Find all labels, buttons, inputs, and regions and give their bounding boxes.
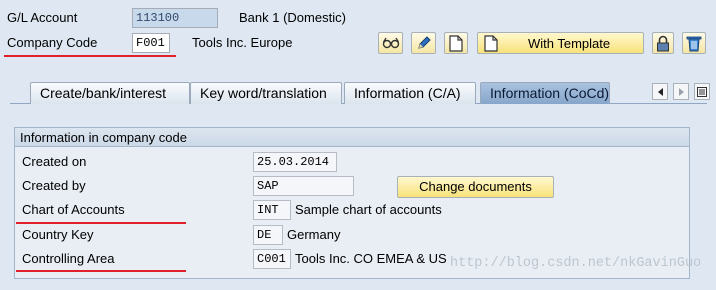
gl-account-label: G/L Account xyxy=(7,10,78,25)
tab-key-word-translation[interactable]: Key word/translation xyxy=(190,82,342,104)
company-code-name: Tools Inc. Europe xyxy=(192,35,293,50)
display-button[interactable] xyxy=(378,32,403,54)
company-code-input[interactable]: F001 xyxy=(132,33,170,53)
tab-scroll-right-button[interactable] xyxy=(673,83,689,100)
country-key-field: DE xyxy=(253,225,283,245)
template-document-icon xyxy=(484,35,498,52)
annotation-underline-controlling-area xyxy=(16,270,186,272)
created-on-label: Created on xyxy=(22,154,87,169)
chart-of-accounts-field: INT xyxy=(253,200,291,220)
watermark-text: http://blog.csdn.net/nkGavinGuo xyxy=(450,256,702,271)
tab-list-icon xyxy=(697,86,707,97)
country-key-label: Country Key xyxy=(22,227,94,242)
lock-button[interactable] xyxy=(652,32,674,54)
created-by-label: Created by xyxy=(22,178,86,193)
sap-gl-account-screen: { "header": { "gl_account_label": "G/L A… xyxy=(0,0,716,290)
triangle-left-icon xyxy=(657,87,663,96)
tab-create-bank-interest[interactable]: Create/bank/interest xyxy=(30,82,190,104)
tab-information-ca[interactable]: Information (C/A) xyxy=(344,82,476,104)
edit-button[interactable] xyxy=(411,32,436,54)
group-title: Information in company code xyxy=(20,130,187,145)
with-template-button[interactable]: With Template xyxy=(477,32,644,54)
trash-icon xyxy=(686,36,702,51)
company-code-label: Company Code xyxy=(7,35,98,50)
annotation-underline-company-code xyxy=(4,55,176,57)
tab-list-button[interactable] xyxy=(694,83,710,100)
with-template-label: With Template xyxy=(528,35,611,51)
delete-button[interactable] xyxy=(682,32,706,54)
lock-icon xyxy=(657,35,669,51)
controlling-area-label: Controlling Area xyxy=(22,251,115,266)
created-by-field: SAP xyxy=(253,176,354,196)
tab-information-cocd[interactable]: Information (CoCd) xyxy=(480,82,610,104)
gl-account-input[interactable]: 113100 xyxy=(132,8,218,28)
created-on-field: 25.03.2014 xyxy=(253,152,337,172)
controlling-area-text: Tools Inc. CO EMEA & US xyxy=(295,251,447,266)
document-icon xyxy=(449,34,463,52)
glasses-icon xyxy=(382,37,399,49)
tab-scroll-left-button[interactable] xyxy=(652,83,668,100)
create-button[interactable] xyxy=(444,32,468,54)
gl-account-name: Bank 1 (Domestic) xyxy=(239,10,346,25)
country-key-text: Germany xyxy=(287,227,341,242)
triangle-right-icon xyxy=(678,87,684,96)
controlling-area-field: C001 xyxy=(253,249,291,269)
chart-of-accounts-label: Chart of Accounts xyxy=(22,202,125,217)
pencil-icon xyxy=(417,36,431,49)
chart-of-accounts-text: Sample chart of accounts xyxy=(295,202,442,217)
change-documents-button[interactable]: Change documents xyxy=(397,176,554,198)
